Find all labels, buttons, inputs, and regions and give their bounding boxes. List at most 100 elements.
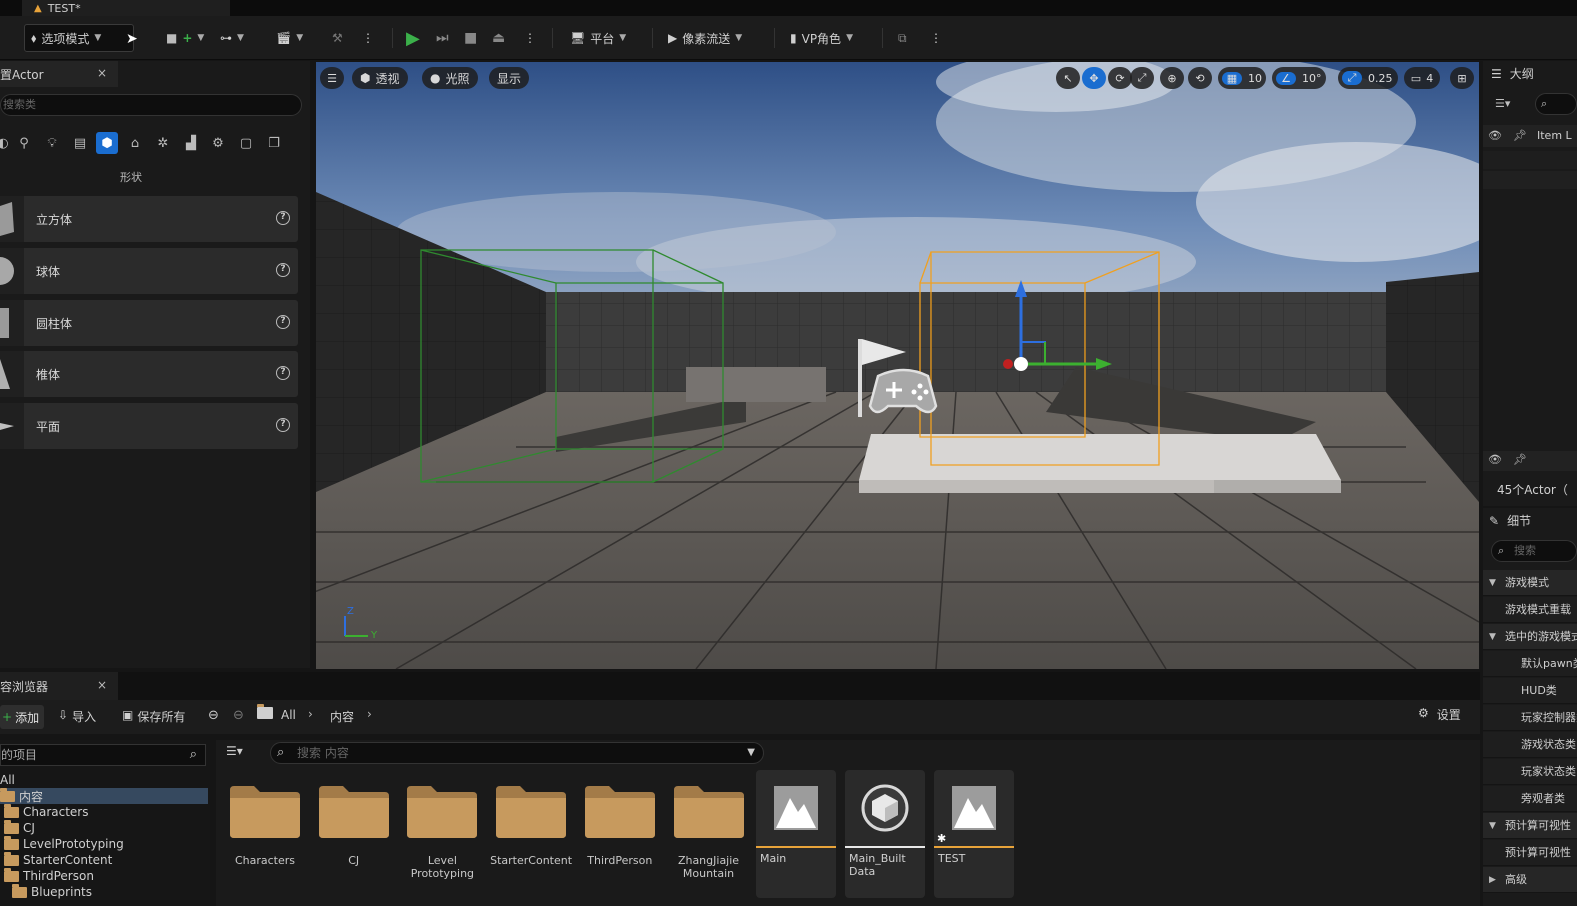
grid-snap-button[interactable]: ▦ 10 [1218, 67, 1266, 89]
asset-tile[interactable]: Main [756, 770, 836, 898]
document-tab[interactable]: ▲ TEST* [22, 0, 230, 16]
add-actor-button[interactable]: ■ + ▼ [160, 24, 210, 52]
category-basic-icon[interactable]: ⚲ [13, 132, 35, 154]
tree-item[interactable]: 内容 [0, 787, 208, 804]
details-category[interactable]: ▼ 选中的游戏模式 [1483, 624, 1577, 650]
perspective-button[interactable]: ⬢ 透视 [352, 67, 408, 89]
help-icon[interactable]: ? [276, 211, 290, 225]
lighting-mode-button[interactable]: ● 光照 [422, 67, 478, 89]
cinematics-button[interactable]: 🎬︎ ▼ [270, 24, 309, 52]
scale-snap-button[interactable]: ⤢ 0.25 [1338, 67, 1398, 89]
details-tab[interactable]: ✎ 细节 [1489, 512, 1531, 529]
details-property-row[interactable]: 游戏模式重载 [1483, 597, 1577, 623]
asset-tile[interactable]: ✱ TEST [934, 770, 1014, 898]
visibility-eye-icon[interactable]: 👁︎ [1488, 453, 1502, 466]
category-geometry-icon[interactable]: ▟ [180, 132, 202, 154]
chevron-right-icon[interactable]: › [367, 707, 372, 721]
more-options-button[interactable]: ⋮ [356, 24, 380, 52]
tree-item[interactable]: Characters [4, 803, 89, 820]
chevron-right-icon[interactable]: ▶ [1489, 867, 1496, 892]
category-recent-icon[interactable]: ◐ [0, 132, 14, 154]
outliner-row[interactable] [1483, 151, 1577, 169]
stop-button[interactable]: ■ [458, 24, 483, 52]
outliner-row[interactable] [1483, 171, 1577, 189]
tree-item[interactable]: StarterContent [4, 851, 112, 868]
tree-item[interactable]: LevelPrototyping [4, 835, 124, 852]
outliner-tab[interactable]: ☰ 大纲 [1491, 65, 1534, 82]
details-category[interactable]: ▼ 游戏模式 [1483, 570, 1577, 596]
build-button[interactable]: ⚒ [326, 24, 349, 52]
chevron-down-icon[interactable]: ▼ [1489, 570, 1496, 595]
filter-icon[interactable]: ☰▾ [226, 744, 243, 758]
chevron-down-icon[interactable]: ▼ [1489, 624, 1496, 649]
advance-frame-button[interactable]: ⏭ [430, 24, 455, 52]
chevron-down-icon[interactable]: ▼ [747, 743, 755, 763]
category-volumes-icon[interactable]: ✲ [152, 132, 174, 154]
shape-item-cone[interactable]: 椎体 ? [0, 351, 298, 397]
camera-speed-button[interactable]: ▭ 4 [1404, 67, 1440, 89]
filter-icon[interactable]: ☰▾ [1495, 97, 1510, 110]
outliner-search-input[interactable]: ⌕ [1535, 93, 1577, 115]
details-property-row[interactable]: HUD类 [1483, 678, 1577, 704]
category-shapes-icon[interactable]: ⬢ [96, 132, 118, 154]
help-icon[interactable]: ? [276, 366, 290, 380]
pixel-streaming-button[interactable]: ▶ 像素流送 ▼ [662, 24, 748, 52]
chevron-down-icon[interactable]: ▼ [1489, 813, 1496, 838]
place-actors-search-input[interactable]: 搜索类 [0, 94, 302, 116]
world-local-toggle[interactable]: ⊕ [1160, 67, 1184, 89]
toolbar-more-button[interactable]: ⋮ [924, 24, 948, 52]
shape-item-sphere[interactable]: 球体 ? [0, 248, 298, 294]
outliner-selected-row[interactable]: 👁︎ 📌︎ [1483, 451, 1577, 471]
surface-snapping-button[interactable]: ⟲ [1188, 67, 1212, 89]
mode-selector-button[interactable]: ⬧ 选项模式 ▼ [24, 24, 134, 52]
select-tool-button[interactable]: ↖ [1056, 67, 1080, 89]
back-arrow-icon[interactable]: ⊖ [208, 708, 219, 723]
platforms-button[interactable]: 🖥︎ 平台 ▼ [564, 24, 632, 52]
forward-arrow-icon[interactable]: ⊖ [233, 708, 244, 723]
tree-search-input[interactable]: 的项目 ⌕ [0, 744, 206, 766]
details-category[interactable]: ▶ 高级 [1483, 867, 1577, 893]
translate-tool-button[interactable]: ✥ [1082, 67, 1106, 89]
category-more-icon[interactable]: ❐ [263, 132, 285, 154]
close-icon[interactable]: × [97, 678, 107, 692]
shape-item-cube[interactable]: 立方体 ? [0, 196, 298, 242]
details-category[interactable]: ▼ 预计算可视性 [1483, 813, 1577, 839]
viewport-menu-button[interactable]: ☰ [320, 67, 344, 89]
details-property-row[interactable]: 玩家控制器类 [1483, 705, 1577, 731]
help-icon[interactable]: ? [276, 315, 290, 329]
asset-tile[interactable]: Main_Built Data [845, 770, 925, 898]
tree-item[interactable]: All [0, 772, 15, 788]
category-panel-icon[interactable]: ▢ [235, 132, 257, 154]
save-all-button[interactable]: ▣ 保存所有 [122, 708, 185, 725]
viewport-layout-button[interactable]: ⊞ [1450, 67, 1474, 89]
help-icon[interactable]: ? [276, 263, 290, 277]
asset-search-input[interactable]: ⌕ 搜索 内容 ▼ [270, 742, 764, 764]
details-property-row[interactable]: 旁观者类 [1483, 786, 1577, 812]
blueprints-button[interactable]: ⊶ ▼ [214, 24, 250, 52]
vp-role-button[interactable]: ▮ VP角色 ▼ [784, 24, 859, 52]
details-property-row[interactable]: 玩家状态类 [1483, 759, 1577, 785]
play-options-button[interactable]: ⋮ [518, 24, 542, 52]
details-property-row[interactable]: 预计算可视性 [1483, 840, 1577, 866]
details-property-row[interactable]: 默认pawn类 [1483, 651, 1577, 677]
settings-button[interactable]: ⚙ 设置 [1418, 706, 1461, 723]
tree-item[interactable]: Blueprints [12, 883, 92, 900]
category-all-classes-icon[interactable]: ⚙ [207, 132, 229, 154]
eject-button[interactable]: ⏏ [486, 24, 511, 52]
shape-item-plane[interactable]: 平面 ? [0, 403, 298, 449]
viewport-scene[interactable] [316, 62, 1479, 669]
close-icon[interactable]: × [97, 66, 107, 80]
scale-tool-button[interactable]: ⤢ [1130, 67, 1154, 89]
category-cinematic-icon[interactable]: ▤ [69, 132, 91, 154]
help-icon[interactable]: ? [276, 418, 290, 432]
rotation-snap-button[interactable]: ∠ 10° [1272, 67, 1326, 89]
path-content[interactable]: 内容 [330, 708, 354, 725]
play-button[interactable]: ▶ [400, 24, 426, 52]
pin-icon[interactable]: 📌︎ [1513, 125, 1527, 147]
level-viewport[interactable]: Z Y ☰ ⬢ 透视 ● 光照 显示 ↖ ✥ ⟳ ⤢ ⊕ ⟲ ▦ 10 ∠ 10… [316, 62, 1479, 669]
details-property-row[interactable]: 游戏状态类 [1483, 732, 1577, 758]
shape-item-cylinder[interactable]: 圆柱体 ? [0, 300, 298, 346]
path-all[interactable]: All [281, 708, 296, 722]
tree-item[interactable]: CJ [4, 819, 35, 836]
category-lights-icon[interactable]: 💡︎ [41, 132, 63, 154]
